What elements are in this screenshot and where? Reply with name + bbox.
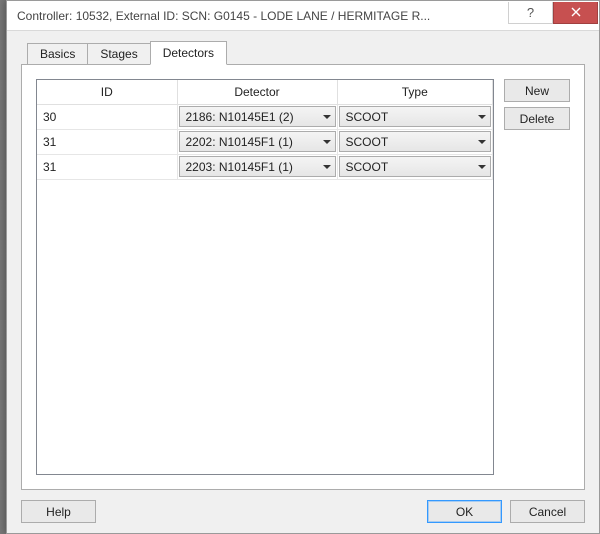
tabstrip: Basics Stages Detectors bbox=[21, 43, 585, 65]
detector-select[interactable]: 2186: N10145E1 (2) bbox=[179, 106, 336, 127]
detector-select[interactable]: 2202: N10145F1 (1) bbox=[179, 131, 336, 152]
titlebar: Controller: 10532, External ID: SCN: G01… bbox=[7, 1, 599, 31]
col-header-detector[interactable]: Detector bbox=[177, 80, 337, 104]
col-header-id[interactable]: ID bbox=[37, 80, 177, 104]
chevron-down-icon bbox=[478, 140, 486, 144]
ok-button[interactable]: OK bbox=[427, 500, 502, 523]
cancel-button[interactable]: Cancel bbox=[510, 500, 585, 523]
tab-stages[interactable]: Stages bbox=[87, 43, 150, 65]
table-row[interactable]: 30 2186: N10145E1 (2) SCOOT bbox=[37, 104, 493, 129]
chevron-down-icon bbox=[323, 165, 331, 169]
detector-select[interactable]: 2203: N10145F1 (1) bbox=[179, 156, 336, 177]
grid-empty-area bbox=[37, 180, 493, 475]
type-select[interactable]: SCOOT bbox=[339, 106, 492, 127]
table-row[interactable]: 31 2203: N10145F1 (1) SCOOT bbox=[37, 154, 493, 179]
window-title: Controller: 10532, External ID: SCN: G01… bbox=[7, 9, 508, 23]
chevron-down-icon bbox=[478, 165, 486, 169]
col-header-type[interactable]: Type bbox=[337, 80, 493, 104]
dialog-window: Controller: 10532, External ID: SCN: G01… bbox=[6, 0, 600, 534]
id-cell[interactable]: 31 bbox=[37, 160, 177, 174]
client-area: Basics Stages Detectors ID Detector Type bbox=[7, 31, 599, 533]
chevron-down-icon bbox=[323, 140, 331, 144]
help-button[interactable]: Help bbox=[21, 500, 96, 523]
detectors-grid: ID Detector Type 30 2186: N10145E1 (2) S… bbox=[36, 79, 494, 475]
id-cell[interactable]: 31 bbox=[37, 135, 177, 149]
tab-basics[interactable]: Basics bbox=[27, 43, 88, 65]
tab-panel-detectors: ID Detector Type 30 2186: N10145E1 (2) S… bbox=[21, 64, 585, 490]
chevron-down-icon bbox=[323, 115, 331, 119]
help-icon[interactable]: ? bbox=[508, 2, 553, 24]
tab-detectors[interactable]: Detectors bbox=[150, 41, 227, 65]
type-select[interactable]: SCOOT bbox=[339, 131, 492, 152]
new-button[interactable]: New bbox=[504, 79, 570, 102]
dialog-buttons: Help OK Cancel bbox=[21, 500, 585, 523]
chevron-down-icon bbox=[478, 115, 486, 119]
type-select[interactable]: SCOOT bbox=[339, 156, 492, 177]
table-row[interactable]: 31 2202: N10145F1 (1) SCOOT bbox=[37, 129, 493, 154]
id-cell[interactable]: 30 bbox=[37, 110, 177, 124]
side-buttons: New Delete bbox=[504, 79, 570, 475]
close-icon[interactable] bbox=[553, 2, 598, 24]
delete-button[interactable]: Delete bbox=[504, 107, 570, 130]
